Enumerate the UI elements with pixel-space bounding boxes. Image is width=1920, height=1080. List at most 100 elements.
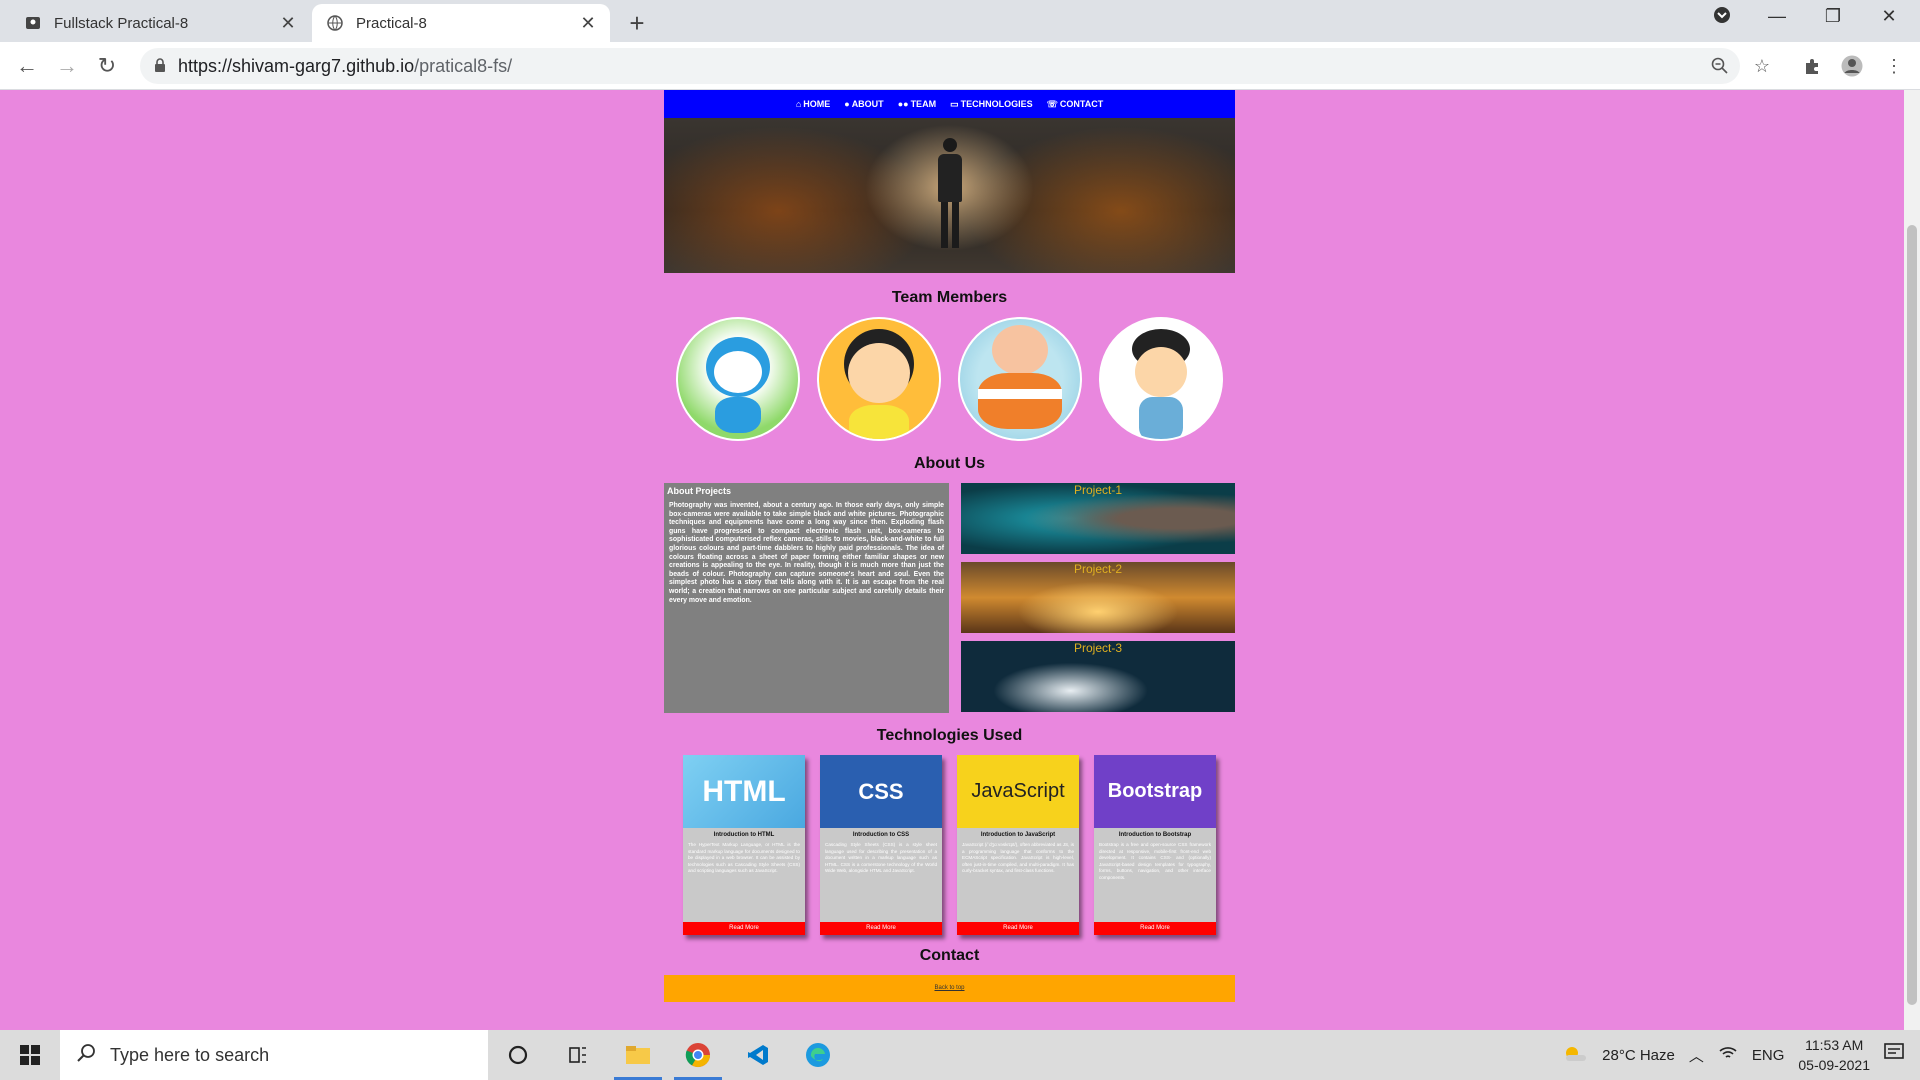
cortana-icon[interactable] [488, 1030, 548, 1080]
technologies-row: HTML Introduction to HTML The HyperText … [664, 755, 1235, 935]
project-label: Project-1 [1073, 483, 1123, 497]
nav-team[interactable]: ●● TEAM [898, 99, 936, 109]
forward-icon[interactable]: → [52, 51, 82, 81]
restore-icon[interactable]: ❐ [1818, 6, 1848, 27]
card-text: The HyperText Markup Language, or HTML i… [688, 842, 800, 874]
read-more-button[interactable]: Read More [957, 922, 1079, 935]
edge-icon[interactable] [788, 1030, 848, 1080]
close-tab-icon[interactable]: ✕ [578, 13, 598, 34]
windows-start-icon[interactable] [0, 1030, 60, 1080]
about-projects-box: About Projects Photography was invented,… [664, 483, 949, 713]
page-container: ⌂ HOME ● ABOUT ●● TEAM ▭ TECHNOLOGIES ☏ CONTA… [664, 90, 1235, 1002]
read-more-button[interactable]: Read More [683, 922, 805, 935]
extensions-icon[interactable] [1798, 52, 1826, 80]
users-icon: ●● [897, 99, 909, 109]
url-text: https://shivam-garg7.github.io/pratical8… [178, 55, 513, 76]
desktop-icon: ▭ [950, 98, 959, 109]
task-view-icon[interactable] [548, 1030, 608, 1080]
page-scrollbar[interactable] [1904, 90, 1920, 1030]
browser-toolbar: ← → ↻ https://shivam-garg7.github.io/pra… [0, 42, 1920, 90]
weather-text[interactable]: 28°C Haze [1602, 1047, 1675, 1064]
notifications-icon[interactable] [1884, 1043, 1906, 1067]
weather-icon[interactable] [1562, 1043, 1588, 1067]
tab-title: Practical-8 [356, 14, 427, 32]
tech-card-html: HTML Introduction to HTML The HyperText … [683, 755, 805, 935]
profile-avatar-icon[interactable] [1838, 52, 1866, 80]
nav-home[interactable]: ⌂ HOME [796, 99, 830, 109]
search-placeholder: Type here to search [110, 1044, 270, 1065]
tab-fullstack-practical-8[interactable]: Fullstack Practical-8 ✕ [10, 4, 310, 42]
close-tab-icon[interactable]: ✕ [278, 13, 298, 34]
menu-kebab-icon[interactable]: ⋮ [1880, 52, 1908, 80]
tab-title: Fullstack Practical-8 [54, 14, 189, 32]
hiker-figure [938, 138, 962, 248]
scroll-thumb[interactable] [1907, 225, 1917, 1005]
nav-contact[interactable]: ☏ CONTACT [1047, 99, 1104, 110]
zoom-icon[interactable] [1706, 48, 1734, 84]
team-avatar [958, 317, 1082, 441]
project-card[interactable]: Project-1 [961, 483, 1235, 554]
contact-section-title: Contact [919, 947, 980, 964]
clock-time: 11:53 AM [1805, 1037, 1864, 1053]
user-icon: ● [844, 99, 850, 109]
system-tray: 28°C Haze ︿ ENG 11:53 AM 05-09-2021 [1562, 1030, 1920, 1080]
site-navbar: ⌂ HOME ● ABOUT ●● TEAM ▭ TECHNOLOGIES ☏ CONTA… [664, 90, 1235, 118]
bootstrap-logo-image: Bootstrap [1094, 755, 1216, 828]
card-text: Cascading Style Sheets (CSS) is a style … [825, 842, 937, 874]
chrome-icon[interactable] [668, 1030, 728, 1080]
team-section-title: Team Members [891, 289, 1008, 306]
clock[interactable]: 11:53 AM 05-09-2021 [1798, 1035, 1870, 1075]
back-to-top-link[interactable]: Back to top [934, 985, 964, 991]
tech-card-css: CSS Introduction to CSS Cascading Style … [820, 755, 942, 935]
nav-technologies[interactable]: ▭ TECHNOLOGIES [950, 99, 1033, 110]
about-section-title: About Us [913, 455, 986, 472]
tab-practical-8[interactable]: Practical-8 ✕ [312, 4, 610, 42]
nav-about[interactable]: ● ABOUT [844, 99, 883, 109]
projects-column: Project-1 Project-2 Project-3 [961, 483, 1235, 713]
network-icon[interactable] [1718, 1045, 1738, 1065]
language-indicator[interactable]: ENG [1752, 1047, 1785, 1064]
tab-strip: Fullstack Practical-8 ✕ Practical-8 ✕ + … [0, 0, 1920, 42]
team-avatar [676, 317, 800, 441]
technologies-section-title: Technologies Used [876, 727, 1023, 744]
reload-icon[interactable]: ↻ [92, 51, 122, 81]
home-icon: ⌂ [795, 99, 802, 109]
tech-card-javascript: JavaScript Introduction to JavaScript Ja… [957, 755, 1079, 935]
page-viewport: ⌂ HOME ● ABOUT ●● TEAM ▭ TECHNOLOGIES ☏ CONTA… [0, 90, 1904, 1030]
phone-icon: ☏ [1046, 98, 1058, 109]
javascript-logo-image: JavaScript [957, 755, 1079, 828]
lock-icon [154, 57, 166, 75]
chevron-up-icon[interactable]: ︿ [1689, 1045, 1704, 1066]
close-window-icon[interactable]: ✕ [1874, 6, 1904, 27]
footer-bar: Back to top [664, 975, 1235, 1002]
back-icon[interactable]: ← [12, 51, 42, 81]
project-card[interactable]: Project-2 [961, 562, 1235, 633]
hero-image [664, 118, 1235, 273]
address-bar[interactable]: https://shivam-garg7.github.io/pratical8… [140, 48, 1740, 84]
minimize-icon[interactable]: — [1762, 6, 1792, 27]
html-logo-image: HTML [683, 755, 805, 828]
tab-favicon-icon [24, 14, 42, 32]
taskbar-search-box[interactable]: Type here to search [60, 1030, 488, 1080]
read-more-button[interactable]: Read More [820, 922, 942, 935]
vscode-icon[interactable] [728, 1030, 788, 1080]
about-projects-text: Photography was invented, about a centur… [669, 502, 944, 604]
card-text: JavaScript (/ˈdʒɑːvəskrɪpt/), often abbr… [962, 842, 1074, 874]
css-logo-image: CSS [820, 755, 942, 828]
read-more-button[interactable]: Read More [1094, 922, 1216, 935]
card-text: Bootstrap is a free and open-source CSS … [1099, 842, 1211, 880]
file-explorer-icon[interactable] [608, 1030, 668, 1080]
new-tab-button[interactable]: + [622, 8, 652, 39]
about-projects-heading: About Projects [667, 486, 732, 496]
tech-card-bootstrap: Bootstrap Introduction to Bootstrap Boot… [1094, 755, 1216, 935]
about-section: About Projects Photography was invented,… [664, 483, 1235, 713]
team-members-row [664, 317, 1235, 441]
team-avatar [1099, 317, 1223, 441]
project-label: Project-3 [1073, 641, 1123, 655]
project-label: Project-2 [1073, 562, 1123, 576]
globe-icon [326, 14, 344, 32]
tab-search-icon[interactable] [1707, 6, 1737, 29]
project-card[interactable]: Project-3 [961, 641, 1235, 712]
bookmark-star-icon[interactable]: ☆ [1748, 52, 1776, 80]
windows-taskbar: Type here to search 28°C Haze ︿ ENG 11:5… [0, 1030, 1920, 1080]
